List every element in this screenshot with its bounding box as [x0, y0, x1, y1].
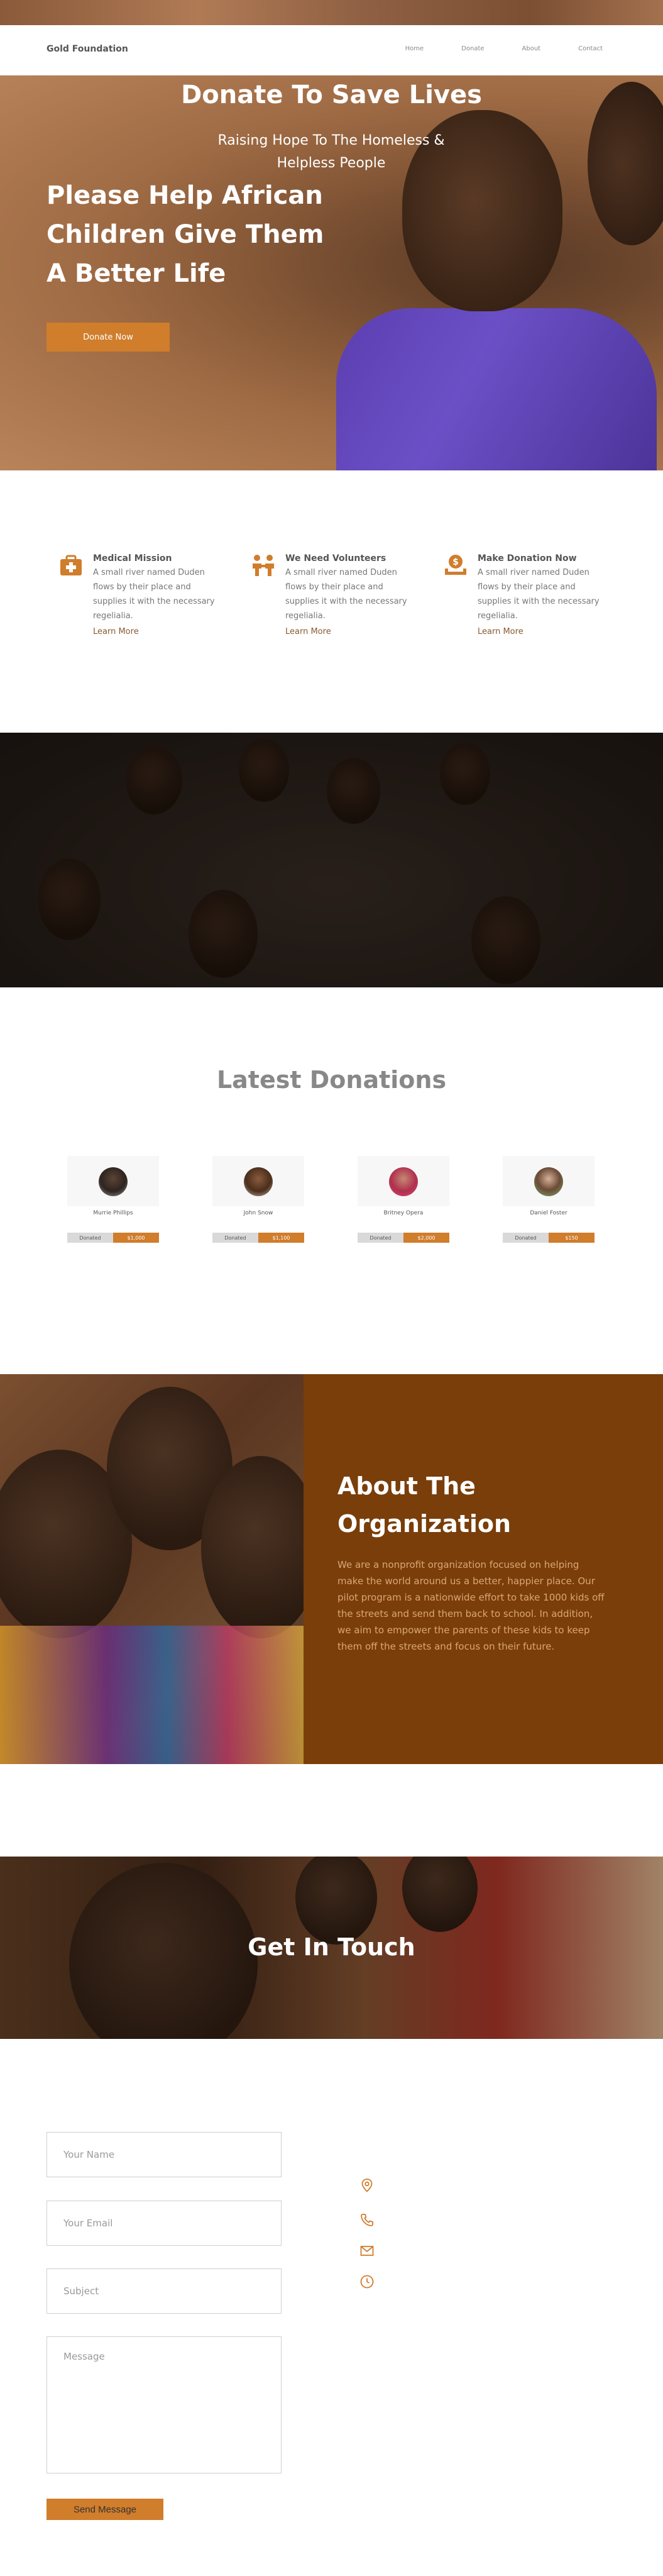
about-photo-clothes — [0, 1626, 304, 1764]
donated-label: Donated — [503, 1233, 549, 1243]
nav-about[interactable]: About — [522, 45, 541, 52]
feature-text: A small river named Duden flows by their… — [478, 568, 600, 621]
top-image-strip — [0, 0, 663, 25]
feature-text: A small river named Duden flows by their… — [93, 568, 215, 621]
message-field[interactable] — [47, 2336, 282, 2473]
donor-info: Murrie Phillips Donated $1,000 — [67, 1156, 159, 1244]
donation-amount: $2,000 — [403, 1233, 449, 1243]
donation-amount: $150 — [549, 1233, 595, 1243]
learn-more-link[interactable]: Learn More — [478, 627, 523, 636]
feature-volunteers: We Need Volunteers A small river named D… — [251, 553, 421, 648]
email-field[interactable] — [47, 2201, 282, 2246]
donate-banner — [0, 733, 663, 987]
get-in-touch-title: Get In Touch — [248, 1933, 415, 1961]
medical-kit-icon — [60, 555, 82, 575]
location-pin-icon — [361, 2179, 373, 2192]
nav-contact[interactable]: Contact — [578, 45, 603, 52]
feature-title: Medical Mission — [93, 553, 172, 564]
feature-title: We Need Volunteers — [285, 553, 386, 564]
nav-donate[interactable]: Donate — [461, 45, 484, 52]
donation-amount: $1,000 — [113, 1233, 159, 1243]
main-nav: Home Donate About Contact — [405, 45, 603, 52]
phone-icon — [361, 2214, 373, 2226]
donor-info: Britney Opera Donated $2,000 — [358, 1156, 449, 1244]
donation-amount: $1,100 — [258, 1233, 304, 1243]
donated-label: Donated — [212, 1233, 258, 1243]
learn-more-link[interactable]: Learn More — [93, 627, 139, 636]
hero-photo-shirt — [336, 308, 657, 470]
subject-field[interactable] — [47, 2268, 282, 2314]
feature-make-donation: $ Make Donation Now A small river named … — [444, 553, 613, 648]
banner-overlay — [0, 733, 663, 987]
donate-banner-subtitle: Raising Hope To The Homeless & Helpless … — [217, 133, 445, 171]
learn-more-link[interactable]: Learn More — [285, 627, 331, 636]
donor-name: Daniel Foster — [530, 1210, 567, 1216]
donor-name: Britney Opera — [383, 1210, 424, 1216]
donated-label: Donated — [358, 1233, 403, 1243]
donor-name: Murrie Phillips — [93, 1210, 133, 1216]
donation-bar: Donated $1,000 — [67, 1233, 159, 1243]
site-header: Gold Foundation Home Donate About Contac… — [0, 25, 663, 75]
feature-title: Make Donation Now — [478, 553, 577, 564]
svg-text:$: $ — [452, 557, 459, 567]
donate-banner-title: Donate To Save Lives — [181, 80, 482, 109]
volunteers-icon — [253, 555, 274, 576]
latest-donations-title: Latest Donations — [216, 1066, 447, 1094]
donation-bar: Donated $1,100 — [212, 1233, 304, 1243]
donation-icon: $ — [445, 555, 466, 575]
clock-icon — [360, 2275, 374, 2289]
donation-bar: Donated $2,000 — [358, 1233, 449, 1243]
about-text: We are a nonprofit organization focused … — [337, 1559, 605, 1652]
name-field[interactable] — [47, 2132, 282, 2177]
hero-title: Please Help African Children Give Them A… — [47, 181, 324, 288]
about-title: About The Organization — [337, 1472, 512, 1538]
donated-label: Donated — [67, 1233, 113, 1243]
donor-name: John Snow — [243, 1210, 273, 1216]
donate-now-button[interactable]: Donate Now — [47, 323, 170, 352]
donation-bar: Donated $150 — [503, 1233, 595, 1243]
donor-info: Daniel Foster Donated $150 — [503, 1156, 595, 1244]
nav-home[interactable]: Home — [405, 45, 424, 52]
feature-text: A small river named Duden flows by their… — [285, 568, 407, 621]
brand-logo[interactable]: Gold Foundation — [47, 44, 128, 54]
about-photo — [0, 1374, 304, 1764]
mail-icon — [360, 2246, 374, 2256]
feature-medical-mission: Medical Mission A small river named Dude… — [59, 553, 229, 648]
send-message-button[interactable]: Send Message — [47, 2499, 163, 2520]
donor-info: John Snow Donated $1,100 — [212, 1156, 304, 1244]
